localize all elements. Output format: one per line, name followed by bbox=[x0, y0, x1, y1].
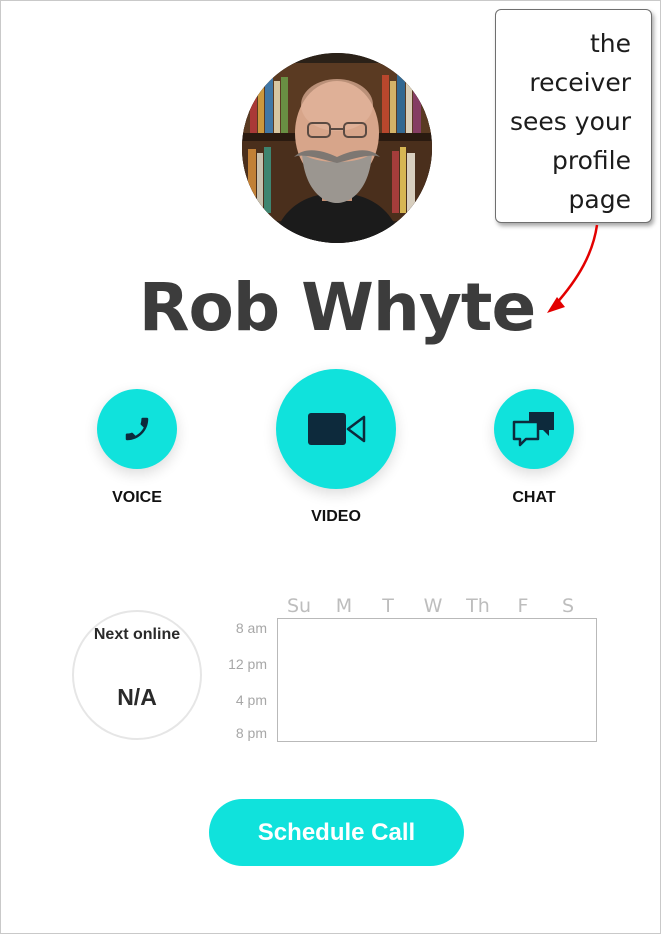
video-button[interactable] bbox=[276, 369, 396, 489]
chat-button[interactable] bbox=[494, 389, 574, 469]
day-label: M bbox=[335, 595, 353, 617]
callout-line: the bbox=[589, 29, 631, 58]
next-online-value: N/A bbox=[117, 684, 157, 710]
availability-grid bbox=[277, 618, 597, 742]
profile-page: the receiver sees your profile page Rob … bbox=[0, 0, 661, 934]
callout-line: receiver bbox=[529, 68, 631, 97]
callout-note: the receiver sees your profile page bbox=[495, 9, 652, 223]
voice-action: VOICE bbox=[97, 389, 177, 507]
chat-label: CHAT bbox=[512, 489, 556, 506]
next-online-badge: Next online N/A bbox=[72, 610, 202, 740]
video-label: VIDEO bbox=[311, 508, 361, 525]
time-label: 4 pm bbox=[235, 692, 267, 708]
profile-name: Rob Whyte bbox=[138, 269, 537, 346]
next-online-title: Next online bbox=[93, 626, 181, 643]
callout-line: sees your bbox=[510, 107, 631, 136]
time-label: 12 pm bbox=[228, 656, 267, 672]
day-label: Th bbox=[466, 595, 490, 617]
day-label: Su bbox=[286, 595, 312, 617]
chat-action: CHAT bbox=[494, 389, 574, 507]
callout-line: page bbox=[568, 185, 631, 214]
time-label: 8 am bbox=[235, 620, 267, 636]
schedule-call-button[interactable]: Schedule Call bbox=[209, 799, 464, 866]
day-label: T bbox=[382, 595, 394, 617]
day-label: W bbox=[423, 595, 443, 617]
avatar-photo bbox=[242, 53, 432, 243]
video-camera-icon bbox=[308, 413, 366, 445]
chat-bubbles-icon bbox=[512, 412, 554, 447]
voice-label: VOICE bbox=[112, 489, 162, 506]
day-label: S bbox=[561, 595, 575, 617]
avatar bbox=[242, 53, 432, 243]
time-label: 8 pm bbox=[235, 725, 267, 741]
voice-button[interactable] bbox=[97, 389, 177, 469]
day-label: F bbox=[517, 595, 529, 617]
phone-icon bbox=[125, 417, 149, 441]
video-action: VIDEO bbox=[276, 369, 396, 526]
callout-line: profile bbox=[552, 146, 631, 175]
schedule-days: Su M T W Th F S bbox=[277, 595, 597, 619]
